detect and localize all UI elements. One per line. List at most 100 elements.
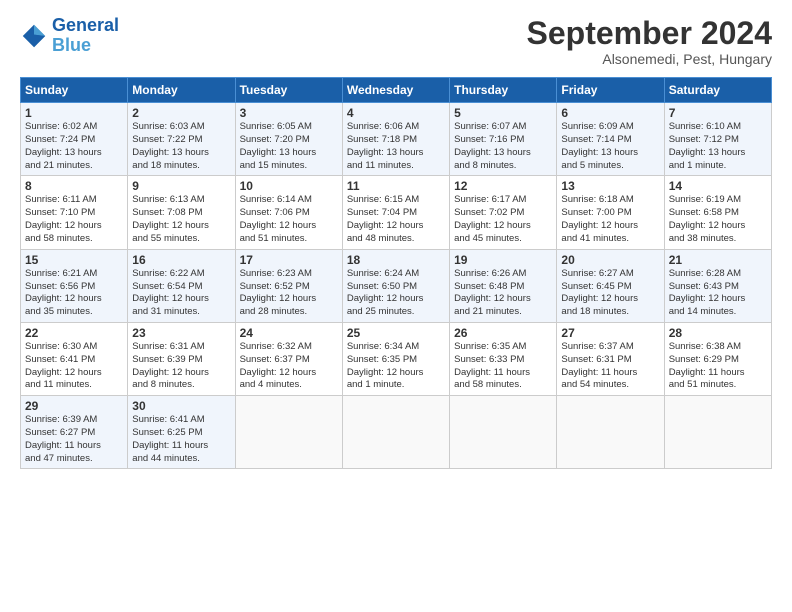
cell-3-5: 19Sunrise: 6:26 AMSunset: 6:48 PMDayligh… <box>450 249 557 322</box>
cell-content: Sunrise: 6:35 AMSunset: 6:33 PMDaylight:… <box>454 341 552 392</box>
cell-content: Sunrise: 6:05 AMSunset: 7:20 PMDaylight:… <box>240 121 338 172</box>
day-number: 9 <box>132 179 230 193</box>
cell-content: Sunrise: 6:31 AMSunset: 6:39 PMDaylight:… <box>132 341 230 392</box>
cell-5-3 <box>235 396 342 469</box>
cell-content: Sunrise: 6:39 AMSunset: 6:27 PMDaylight:… <box>25 414 123 465</box>
day-number: 15 <box>25 253 123 267</box>
cell-content: Sunrise: 6:13 AMSunset: 7:08 PMDaylight:… <box>132 194 230 245</box>
day-number: 25 <box>347 326 445 340</box>
day-number: 22 <box>25 326 123 340</box>
cell-1-7: 7Sunrise: 6:10 AMSunset: 7:12 PMDaylight… <box>664 103 771 176</box>
cell-3-7: 21Sunrise: 6:28 AMSunset: 6:43 PMDayligh… <box>664 249 771 322</box>
day-number: 4 <box>347 106 445 120</box>
cell-3-1: 15Sunrise: 6:21 AMSunset: 6:56 PMDayligh… <box>21 249 128 322</box>
cell-content: Sunrise: 6:32 AMSunset: 6:37 PMDaylight:… <box>240 341 338 392</box>
cell-content: Sunrise: 6:14 AMSunset: 7:06 PMDaylight:… <box>240 194 338 245</box>
day-number: 11 <box>347 179 445 193</box>
logo-text: General Blue <box>52 16 119 56</box>
cell-5-5 <box>450 396 557 469</box>
cell-1-2: 2Sunrise: 6:03 AMSunset: 7:22 PMDaylight… <box>128 103 235 176</box>
day-header-wednesday: Wednesday <box>342 78 449 103</box>
day-number: 19 <box>454 253 552 267</box>
day-number: 26 <box>454 326 552 340</box>
cell-5-7 <box>664 396 771 469</box>
day-number: 21 <box>669 253 767 267</box>
cell-1-6: 6Sunrise: 6:09 AMSunset: 7:14 PMDaylight… <box>557 103 664 176</box>
cell-content: Sunrise: 6:27 AMSunset: 6:45 PMDaylight:… <box>561 268 659 319</box>
page: General Blue September 2024 Alsonemedi, … <box>0 0 792 479</box>
week-row-2: 8Sunrise: 6:11 AMSunset: 7:10 PMDaylight… <box>21 176 772 249</box>
day-number: 24 <box>240 326 338 340</box>
cell-4-6: 27Sunrise: 6:37 AMSunset: 6:31 PMDayligh… <box>557 322 664 395</box>
cell-1-1: 1Sunrise: 6:02 AMSunset: 7:24 PMDaylight… <box>21 103 128 176</box>
location: Alsonemedi, Pest, Hungary <box>527 51 772 67</box>
day-number: 27 <box>561 326 659 340</box>
day-number: 7 <box>669 106 767 120</box>
day-header-monday: Monday <box>128 78 235 103</box>
logo-line2: Blue <box>52 35 91 55</box>
header-row: SundayMondayTuesdayWednesdayThursdayFrid… <box>21 78 772 103</box>
cell-2-3: 10Sunrise: 6:14 AMSunset: 7:06 PMDayligh… <box>235 176 342 249</box>
cell-content: Sunrise: 6:17 AMSunset: 7:02 PMDaylight:… <box>454 194 552 245</box>
day-number: 28 <box>669 326 767 340</box>
day-header-friday: Friday <box>557 78 664 103</box>
week-row-4: 22Sunrise: 6:30 AMSunset: 6:41 PMDayligh… <box>21 322 772 395</box>
cell-content: Sunrise: 6:03 AMSunset: 7:22 PMDaylight:… <box>132 121 230 172</box>
cell-content: Sunrise: 6:15 AMSunset: 7:04 PMDaylight:… <box>347 194 445 245</box>
day-number: 23 <box>132 326 230 340</box>
cell-content: Sunrise: 6:10 AMSunset: 7:12 PMDaylight:… <box>669 121 767 172</box>
cell-content: Sunrise: 6:38 AMSunset: 6:29 PMDaylight:… <box>669 341 767 392</box>
cell-content: Sunrise: 6:21 AMSunset: 6:56 PMDaylight:… <box>25 268 123 319</box>
cell-3-3: 17Sunrise: 6:23 AMSunset: 6:52 PMDayligh… <box>235 249 342 322</box>
day-number: 17 <box>240 253 338 267</box>
cell-5-6 <box>557 396 664 469</box>
day-number: 30 <box>132 399 230 413</box>
day-number: 12 <box>454 179 552 193</box>
day-header-thursday: Thursday <box>450 78 557 103</box>
cell-4-7: 28Sunrise: 6:38 AMSunset: 6:29 PMDayligh… <box>664 322 771 395</box>
day-number: 14 <box>669 179 767 193</box>
cell-content: Sunrise: 6:02 AMSunset: 7:24 PMDaylight:… <box>25 121 123 172</box>
day-number: 2 <box>132 106 230 120</box>
day-number: 3 <box>240 106 338 120</box>
cell-content: Sunrise: 6:26 AMSunset: 6:48 PMDaylight:… <box>454 268 552 319</box>
cell-2-1: 8Sunrise: 6:11 AMSunset: 7:10 PMDaylight… <box>21 176 128 249</box>
day-header-saturday: Saturday <box>664 78 771 103</box>
week-row-3: 15Sunrise: 6:21 AMSunset: 6:56 PMDayligh… <box>21 249 772 322</box>
cell-1-3: 3Sunrise: 6:05 AMSunset: 7:20 PMDaylight… <box>235 103 342 176</box>
day-header-sunday: Sunday <box>21 78 128 103</box>
cell-4-1: 22Sunrise: 6:30 AMSunset: 6:41 PMDayligh… <box>21 322 128 395</box>
cell-2-7: 14Sunrise: 6:19 AMSunset: 6:58 PMDayligh… <box>664 176 771 249</box>
cell-2-6: 13Sunrise: 6:18 AMSunset: 7:00 PMDayligh… <box>557 176 664 249</box>
cell-content: Sunrise: 6:28 AMSunset: 6:43 PMDaylight:… <box>669 268 767 319</box>
day-number: 10 <box>240 179 338 193</box>
cell-1-4: 4Sunrise: 6:06 AMSunset: 7:18 PMDaylight… <box>342 103 449 176</box>
cell-2-2: 9Sunrise: 6:13 AMSunset: 7:08 PMDaylight… <box>128 176 235 249</box>
cell-3-6: 20Sunrise: 6:27 AMSunset: 6:45 PMDayligh… <box>557 249 664 322</box>
cell-2-5: 12Sunrise: 6:17 AMSunset: 7:02 PMDayligh… <box>450 176 557 249</box>
cell-content: Sunrise: 6:37 AMSunset: 6:31 PMDaylight:… <box>561 341 659 392</box>
day-number: 6 <box>561 106 659 120</box>
day-number: 5 <box>454 106 552 120</box>
cell-4-5: 26Sunrise: 6:35 AMSunset: 6:33 PMDayligh… <box>450 322 557 395</box>
logo-line1: General <box>52 15 119 35</box>
day-number: 18 <box>347 253 445 267</box>
day-number: 1 <box>25 106 123 120</box>
logo-icon <box>20 22 48 50</box>
cell-5-2: 30Sunrise: 6:41 AMSunset: 6:25 PMDayligh… <box>128 396 235 469</box>
cell-content: Sunrise: 6:18 AMSunset: 7:00 PMDaylight:… <box>561 194 659 245</box>
day-number: 13 <box>561 179 659 193</box>
cell-2-4: 11Sunrise: 6:15 AMSunset: 7:04 PMDayligh… <box>342 176 449 249</box>
cell-4-4: 25Sunrise: 6:34 AMSunset: 6:35 PMDayligh… <box>342 322 449 395</box>
cell-content: Sunrise: 6:19 AMSunset: 6:58 PMDaylight:… <box>669 194 767 245</box>
day-number: 16 <box>132 253 230 267</box>
cell-content: Sunrise: 6:30 AMSunset: 6:41 PMDaylight:… <box>25 341 123 392</box>
cell-content: Sunrise: 6:06 AMSunset: 7:18 PMDaylight:… <box>347 121 445 172</box>
day-number: 29 <box>25 399 123 413</box>
day-number: 8 <box>25 179 123 193</box>
week-row-5: 29Sunrise: 6:39 AMSunset: 6:27 PMDayligh… <box>21 396 772 469</box>
calendar-table: SundayMondayTuesdayWednesdayThursdayFrid… <box>20 77 772 469</box>
cell-3-4: 18Sunrise: 6:24 AMSunset: 6:50 PMDayligh… <box>342 249 449 322</box>
cell-content: Sunrise: 6:41 AMSunset: 6:25 PMDaylight:… <box>132 414 230 465</box>
day-number: 20 <box>561 253 659 267</box>
